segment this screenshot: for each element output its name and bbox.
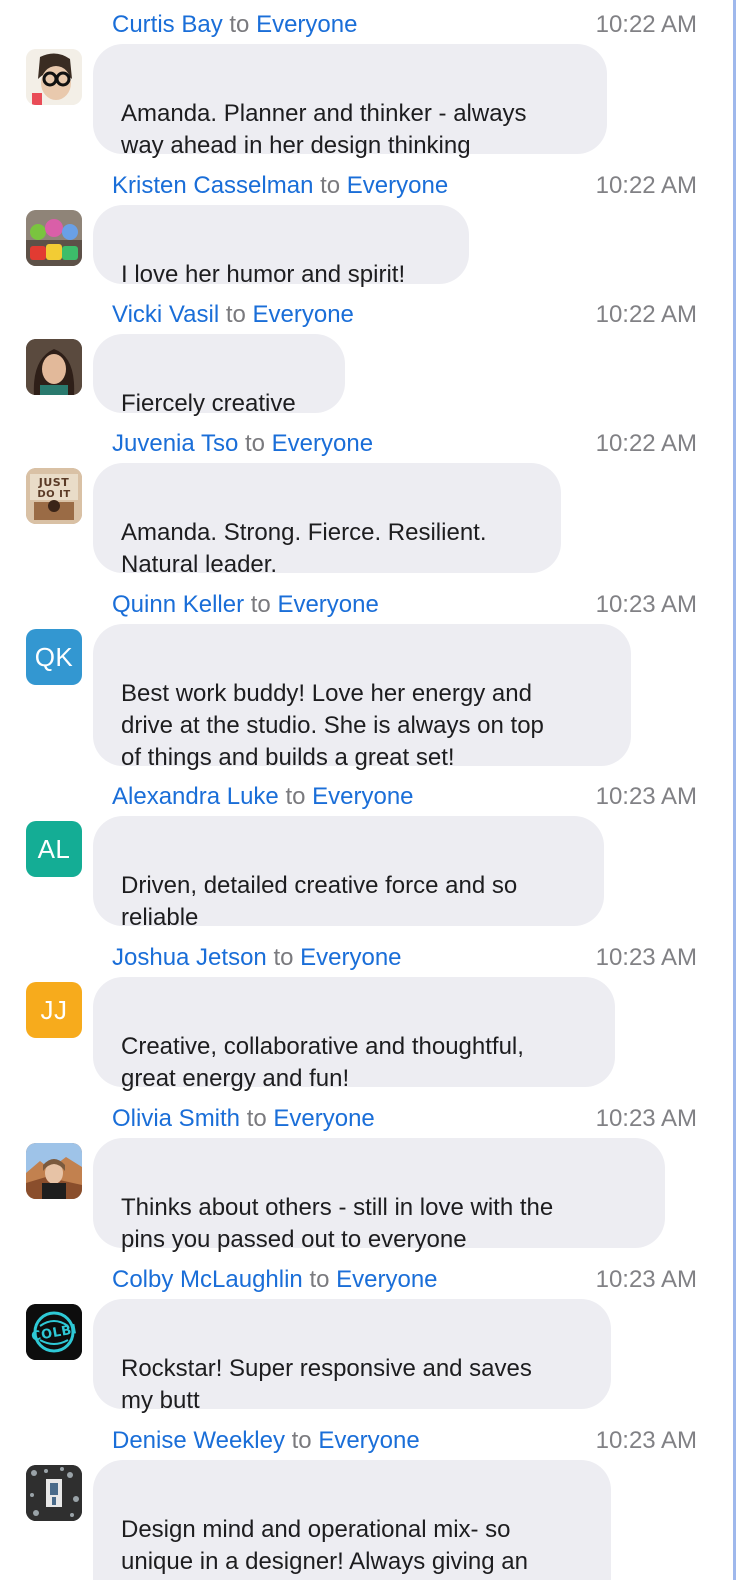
sender-name[interactable]: Denise Weekley: [112, 1427, 285, 1454]
sender-name[interactable]: Kristen Casselman: [112, 172, 313, 199]
message-header: Olivia Smith to Everyone: [112, 1103, 375, 1135]
message-bubble[interactable]: Best work buddy! Love her energy and dri…: [93, 624, 631, 771]
message-time: 10:22 AM: [595, 301, 697, 328]
chat-message: Denise Weekley to Everyone 10:23 AM Desi…: [0, 1425, 733, 1580]
to-label: to: [229, 11, 250, 38]
message-text: Amanda. Planner and thinker - always way…: [121, 100, 527, 159]
to-label: to: [225, 301, 246, 328]
pattern-photo-icon[interactable]: [26, 1465, 82, 1521]
sender-name[interactable]: Curtis Bay: [112, 11, 223, 38]
chat-message: Kristen Casselman to Everyone 10:22 AM I…: [0, 170, 733, 290]
message-time: 10:23 AM: [595, 783, 697, 810]
message-bubble[interactable]: I love her humor and spirit!: [93, 205, 469, 288]
message-time: 10:23 AM: [595, 591, 697, 618]
message-text: Amanda. Strong. Fierce. Resilient. Natur…: [121, 519, 487, 578]
message-header: Juvenia Tso to Everyone: [112, 428, 373, 460]
message-bubble[interactable]: Amanda. Strong. Fierce. Resilient. Natur…: [93, 463, 561, 578]
recipient-name[interactable]: Everyone: [277, 591, 378, 618]
sender-name[interactable]: Alexandra Luke: [112, 783, 279, 810]
message-header: Kristen Casselman to Everyone: [112, 170, 448, 202]
recipient-name[interactable]: Everyone: [253, 301, 354, 328]
chat-message: Quinn Keller to Everyone 10:23 AM QK Bes…: [0, 589, 733, 771]
message-header: Denise Weekley to Everyone: [112, 1425, 420, 1457]
recipient-name[interactable]: Everyone: [347, 172, 448, 199]
sender-name[interactable]: Olivia Smith: [112, 1105, 240, 1132]
recipient-name[interactable]: Everyone: [272, 430, 373, 457]
recipient-name[interactable]: Everyone: [312, 783, 413, 810]
svg-text:JUST: JUST: [38, 476, 69, 489]
chat-message: Olivia Smith to Everyone 10:23 AM Thinks…: [0, 1103, 733, 1253]
message-bubble[interactable]: Amanda. Planner and thinker - always way…: [93, 44, 607, 159]
message-bubble[interactable]: Fiercely creative: [93, 334, 345, 417]
message-text: Creative, collaborative and thoughtful, …: [121, 1033, 524, 1092]
just-do-it-photo-icon[interactable]: JUST DO IT: [26, 468, 82, 524]
initials-avatar[interactable]: JJ: [26, 982, 82, 1038]
message-time: 10:23 AM: [595, 944, 697, 971]
to-label: to: [273, 944, 294, 971]
sender-name[interactable]: Juvenia Tso: [112, 430, 238, 457]
message-bubble[interactable]: Rockstar! Super responsive and saves my …: [93, 1299, 611, 1414]
sender-name[interactable]: Joshua Jetson: [112, 944, 267, 971]
recipient-name[interactable]: Everyone: [256, 11, 357, 38]
to-label: to: [291, 1427, 312, 1454]
sender-name[interactable]: Quinn Keller: [112, 591, 244, 618]
recipient-name[interactable]: Everyone: [300, 944, 401, 971]
message-time: 10:23 AM: [595, 1427, 697, 1454]
canyon-portrait-icon[interactable]: [26, 1143, 82, 1199]
recipient-name[interactable]: Everyone: [336, 1266, 437, 1293]
message-time: 10:22 AM: [595, 11, 697, 38]
sender-name[interactable]: Vicki Vasil: [112, 301, 219, 328]
message-header: Alexandra Luke to Everyone: [112, 781, 414, 813]
message-text: Thinks about others - still in love with…: [121, 1194, 554, 1253]
to-label: to: [309, 1266, 330, 1293]
chat-message-list[interactable]: Curtis Bay to Everyone 10:22 AM Amanda. …: [0, 0, 736, 1580]
svg-text:DO IT: DO IT: [37, 489, 70, 500]
message-bubble[interactable]: Driven, detailed creative force and so r…: [93, 816, 604, 931]
toys-photo-icon[interactable]: [26, 210, 82, 266]
chat-message: Vicki Vasil to Everyone 10:22 AM Fiercel…: [0, 299, 733, 419]
message-bubble[interactable]: Design mind and operational mix- so uniq…: [93, 1460, 611, 1580]
message-header: Curtis Bay to Everyone: [112, 9, 357, 41]
initials-avatar[interactable]: AL: [26, 821, 82, 877]
message-bubble[interactable]: Creative, collaborative and thoughtful, …: [93, 977, 615, 1092]
message-time: 10:23 AM: [595, 1266, 697, 1293]
to-label: to: [320, 172, 341, 199]
message-text: Fiercely creative: [121, 390, 296, 417]
chat-message: Colby McLaughlin to Everyone 10:23 AM CO…: [0, 1264, 733, 1414]
message-time: 10:22 AM: [595, 172, 697, 199]
to-label: to: [246, 1105, 267, 1132]
message-text: I love her humor and spirit!: [121, 261, 406, 288]
chat-message: Joshua Jetson to Everyone 10:23 AM JJ Cr…: [0, 942, 733, 1092]
message-text: Rockstar! Super responsive and saves my …: [121, 1355, 532, 1414]
chat-message: Curtis Bay to Everyone 10:22 AM Amanda. …: [0, 9, 733, 159]
recipient-name[interactable]: Everyone: [318, 1427, 419, 1454]
portrait-photo-icon[interactable]: [26, 339, 82, 395]
initials-avatar[interactable]: QK: [26, 629, 82, 685]
colby-logo-icon[interactable]: COLBI: [26, 1304, 82, 1360]
to-label: to: [285, 783, 306, 810]
chat-message: Alexandra Luke to Everyone 10:23 AM AL D…: [0, 781, 733, 931]
message-header: Quinn Keller to Everyone: [112, 589, 379, 621]
chat-message: Juvenia Tso to Everyone 10:22 AM JUST DO…: [0, 428, 733, 578]
glasses-portrait-icon[interactable]: [26, 49, 82, 105]
to-label: to: [244, 430, 265, 457]
message-time: 10:22 AM: [595, 430, 697, 457]
message-header: Colby McLaughlin to Everyone: [112, 1264, 438, 1296]
message-text: Driven, detailed creative force and so r…: [121, 872, 518, 931]
message-time: 10:23 AM: [595, 1105, 697, 1132]
sender-name[interactable]: Colby McLaughlin: [112, 1266, 303, 1293]
message-header: Joshua Jetson to Everyone: [112, 942, 402, 974]
message-text: Best work buddy! Love her energy and dri…: [121, 680, 544, 771]
message-header: Vicki Vasil to Everyone: [112, 299, 354, 331]
to-label: to: [250, 591, 271, 618]
recipient-name[interactable]: Everyone: [273, 1105, 374, 1132]
message-text: Design mind and operational mix- so uniq…: [121, 1516, 528, 1575]
message-bubble[interactable]: Thinks about others - still in love with…: [93, 1138, 665, 1253]
